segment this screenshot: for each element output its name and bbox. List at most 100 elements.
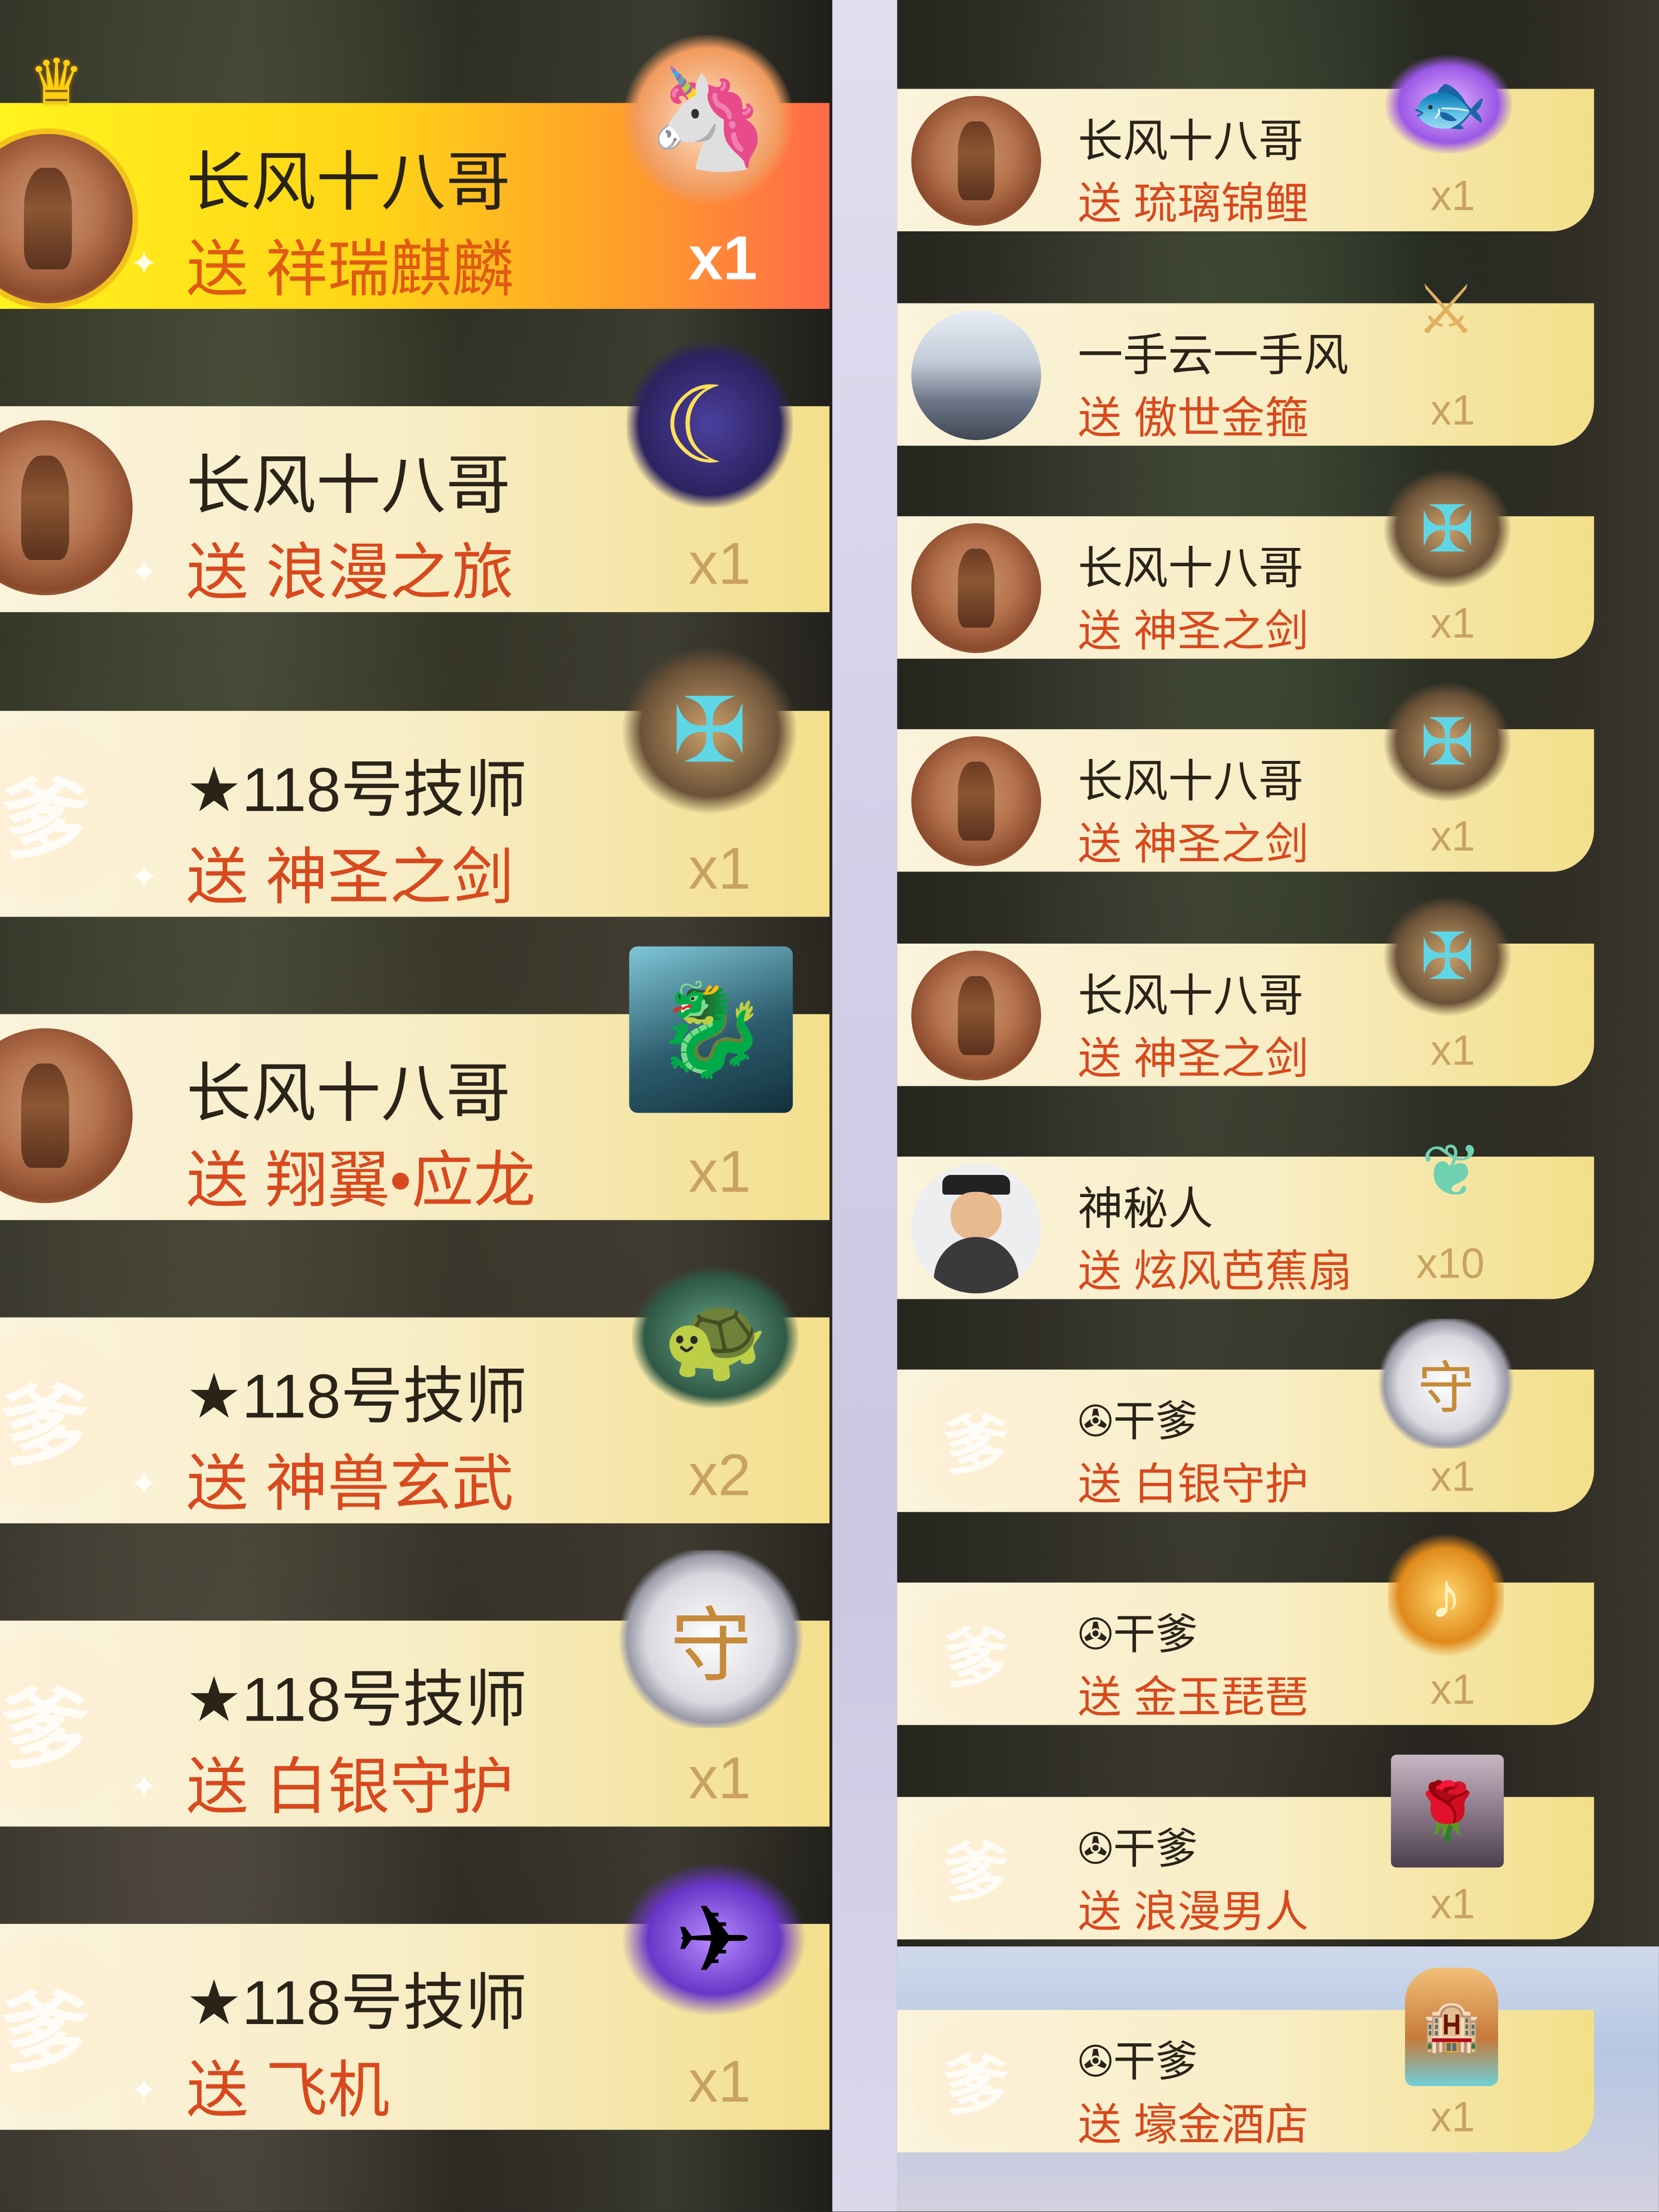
gift-name: 送 浪漫男人 xyxy=(1078,1887,1309,1937)
sparkle-icon: ✦ xyxy=(130,554,159,593)
avatar[interactable] xyxy=(911,96,1041,226)
gift-name: 送 壕金酒店 xyxy=(1078,2100,1309,2150)
sword-icon: ✠ xyxy=(1382,895,1512,1017)
sparkle-icon: ✦ xyxy=(130,1769,159,1807)
gift-name: 送 琉璃锦鲤 xyxy=(1078,179,1309,229)
gift-quantity: x1 xyxy=(1430,1881,1475,1928)
gift-quantity: x1 xyxy=(1430,1028,1475,1075)
sender-name: 长风十八哥 xyxy=(1078,970,1304,1022)
gift-quantity: x1 xyxy=(1430,387,1475,435)
gift-quantity: x1 xyxy=(688,224,758,293)
gift-row[interactable]: 爹 ✇干爹 送 壕金酒店 x1 🏨 xyxy=(897,1967,1594,2153)
sender-name: 长风十八哥 xyxy=(1078,115,1304,167)
sender-name: 长风十八哥 xyxy=(1078,756,1304,807)
sword-icon: ✠ xyxy=(620,646,799,815)
gift-row[interactable]: 爹 ★118号技师 送 白银守护 x1 守 ✦ xyxy=(0,1550,830,1827)
sender-name: 长风十八哥 xyxy=(186,1056,511,1130)
avatar[interactable]: 爹 xyxy=(911,1376,1041,1506)
gift-row[interactable]: 一手云一手风 送 傲世金箍 x1 ⚔ xyxy=(897,274,1594,446)
gift-name: 送 神圣之剑 xyxy=(1078,606,1309,656)
sender-name: 一手云一手风 xyxy=(1078,330,1349,381)
gift-row[interactable]: 爹 ★118号技师 送 飞机 x1 ✈ ✦ xyxy=(0,1862,830,2130)
avatar[interactable]: 爹 xyxy=(911,1589,1041,1719)
gift-quantity: x1 xyxy=(688,1745,751,1812)
koi-icon: 🐟 xyxy=(1385,55,1512,154)
sparkle-icon: ✦ xyxy=(130,859,159,897)
gift-row[interactable]: 长风十八哥 送 翔翼•应龙 x1 🐉 xyxy=(0,946,830,1220)
gift-row[interactable]: ♛ 长风十八哥 送 祥瑞麒麟 x1 🦄 ✦ xyxy=(0,35,830,309)
gift-quantity: x1 xyxy=(1430,813,1475,861)
gift-quantity: x2 xyxy=(688,1441,751,1508)
gift-quantity: x1 xyxy=(688,2048,751,2115)
gift-row[interactable]: 长风十八哥 送 神圣之剑 x1 ✠ xyxy=(897,895,1594,1086)
gift-quantity: x10 xyxy=(1416,1241,1485,1288)
moon-icon: ☾ xyxy=(626,341,793,508)
gift-name: 送 神圣之剑 xyxy=(1078,1034,1309,1083)
sparkle-icon: ✦ xyxy=(130,245,159,284)
gift-quantity: x1 xyxy=(1430,1454,1475,1501)
gift-name: 送 神圣之剑 xyxy=(1078,819,1309,869)
gift-row[interactable]: 长风十八哥 送 浪漫之旅 x1 ☾ ✦ xyxy=(0,341,830,613)
mystery-face-icon xyxy=(950,1192,1002,1240)
gift-name: 送 白银守护 xyxy=(1078,1460,1309,1509)
sender-name: 长风十八哥 xyxy=(1078,543,1304,594)
crown-icon: ♛ xyxy=(28,48,84,117)
gift-name: 送 金玉琵琶 xyxy=(1078,1673,1309,1722)
gift-quantity: x1 xyxy=(1430,2094,1475,2141)
plane-icon: ✈ xyxy=(620,1862,807,2017)
gift-row[interactable]: 长风十八哥 送 神圣之剑 x1 ✠ xyxy=(897,468,1594,659)
avatar[interactable] xyxy=(911,950,1041,1080)
gift-row[interactable]: 爹 ★118号技师 送 神圣之剑 x1 ✠ ✦ xyxy=(0,646,830,917)
staff-icon: ⚔ xyxy=(1415,273,1476,348)
panel-divider xyxy=(832,0,897,2212)
avatar[interactable] xyxy=(911,310,1041,440)
shield-icon: 守 xyxy=(1377,1319,1515,1449)
gift-quantity: x1 xyxy=(688,530,751,597)
sender-name: ★118号技师 xyxy=(186,1362,527,1432)
gift-row[interactable]: 长风十八哥 送 琉璃锦鲤 x1 🐟 xyxy=(897,55,1594,231)
gift-row[interactable]: 爹 ✇干爹 送 金玉琵琶 x1 ♪ xyxy=(897,1532,1594,1725)
gift-name: 送 神兽玄武 xyxy=(186,1450,514,1519)
avatar[interactable]: 爹 xyxy=(911,1804,1041,1934)
gift-quantity: x1 xyxy=(688,835,751,902)
gift-quantity: x1 xyxy=(1430,1667,1475,1714)
gift-name: 送 祥瑞麒麟 xyxy=(186,235,514,305)
gift-quantity: x1 xyxy=(1430,600,1475,648)
sender-name: ✇干爹 xyxy=(1078,2039,1198,2086)
sparkle-icon: ✦ xyxy=(130,2072,159,2110)
sword-icon: ✠ xyxy=(1382,681,1512,803)
sender-name: ★118号技师 xyxy=(186,756,527,826)
gift-name: 送 飞机 xyxy=(186,2056,390,2126)
sender-name: ★118号技师 xyxy=(186,1969,527,2039)
gift-row[interactable]: 长风十八哥 送 神圣之剑 x1 ✠ xyxy=(897,681,1594,872)
avatar[interactable] xyxy=(911,1163,1041,1293)
sender-name: ✇干爹 xyxy=(1078,1826,1198,1873)
sparkle-icon: ✦ xyxy=(130,1465,159,1504)
gift-name: 送 炫风芭蕉扇 xyxy=(1078,1247,1352,1296)
shield-icon: 守 xyxy=(617,1550,804,1728)
gift-name: 送 浪漫之旅 xyxy=(186,539,514,608)
gift-quantity: x1 xyxy=(688,1138,751,1205)
gift-row[interactable]: 爹 ★118号技师 送 神兽玄武 x2 🐢 ✦ xyxy=(0,1266,830,1523)
gift-row[interactable]: 神秘人 送 炫风芭蕉扇 x10 ❦ xyxy=(897,1131,1594,1299)
pipa-icon: ♪ xyxy=(1388,1532,1504,1659)
sender-name: ✇干爹 xyxy=(1078,1612,1198,1659)
sword-icon: ✠ xyxy=(1382,468,1512,590)
man-icon: 🌹 xyxy=(1391,1754,1504,1868)
gift-row[interactable]: 爹 ✇干爹 送 白银守护 x1 守 xyxy=(897,1319,1594,1512)
sender-name: 神秘人 xyxy=(1078,1183,1214,1234)
sender-name: 长风十八哥 xyxy=(186,145,511,219)
avatar[interactable] xyxy=(911,523,1041,653)
fan-icon: ❦ xyxy=(1420,1131,1483,1213)
gift-feed-screen: ♛ 长风十八哥 送 祥瑞麒麟 x1 🦄 ✦ 长风十八哥 送 浪漫之旅 x1 ☾ … xyxy=(0,0,1659,2212)
gift-name: 送 翔翼•应龙 xyxy=(186,1146,536,1216)
gift-name: 送 白银守护 xyxy=(186,1753,514,1823)
gift-name: 送 神圣之剑 xyxy=(186,843,514,913)
qilin-icon: 🦄 xyxy=(623,35,793,205)
avatar[interactable]: 爹 xyxy=(911,2017,1041,2147)
avatar[interactable] xyxy=(911,736,1041,866)
sender-name: 长风十八哥 xyxy=(186,448,511,522)
gift-row[interactable]: 爹 ✇干爹 送 浪漫男人 x1 🌹 xyxy=(897,1754,1594,1940)
mystery-body-icon xyxy=(934,1237,1019,1293)
gift-quantity: x1 xyxy=(1430,173,1475,220)
